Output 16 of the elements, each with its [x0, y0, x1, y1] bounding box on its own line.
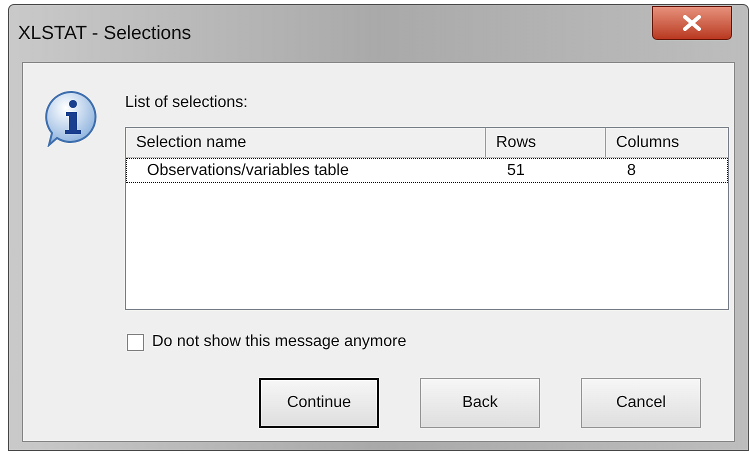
- checkbox-label[interactable]: Do not show this message anymore: [152, 330, 406, 354]
- column-header[interactable]: Selection name: [126, 128, 486, 157]
- column-header[interactable]: Columns: [606, 128, 728, 157]
- close-button[interactable]: [652, 6, 732, 40]
- window-title: XLSTAT - Selections: [18, 22, 192, 46]
- dialog-button[interactable]: Continue: [259, 378, 379, 428]
- table-cell-text: Observations/variables table: [146, 160, 350, 180]
- dialog-button[interactable]: Back: [420, 378, 540, 428]
- checkbox[interactable]: [127, 334, 144, 350]
- table-cell-text: 51: [506, 160, 526, 180]
- column-header[interactable]: Rows: [486, 128, 606, 157]
- table-row[interactable]: Observations/variables table 51 8: [126, 158, 728, 183]
- dialog-button[interactable]: Cancel: [581, 378, 701, 428]
- close-icon: [682, 15, 702, 31]
- prompt-text: List of selections:: [125, 93, 249, 113]
- table-cell-text: 8: [626, 160, 637, 180]
